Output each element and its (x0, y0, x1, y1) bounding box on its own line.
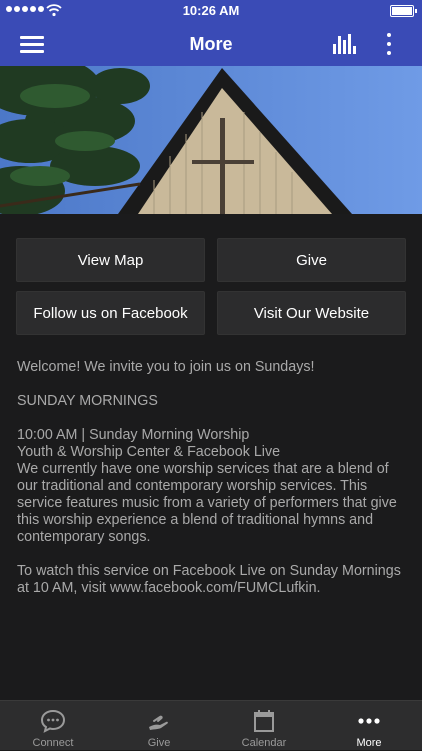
more-dots-icon (358, 718, 380, 724)
service-location: Youth & Worship Center & Facebook Live (17, 444, 281, 460)
give-button[interactable]: Give (217, 238, 406, 282)
church-hero-image (0, 66, 422, 214)
audio-equalizer-icon[interactable] (333, 34, 357, 54)
welcome-content: Welcome! We invite you to join us on Sun… (17, 359, 409, 597)
tab-calendar[interactable]: Calendar (211, 701, 317, 751)
tab-bar: Connect Give Calendar More (0, 700, 422, 750)
website-button[interactable]: Visit Our Website (217, 291, 406, 335)
status-bar: 10:26 AM (0, 0, 422, 22)
battery-icon (390, 5, 417, 17)
chat-bubble-icon (40, 709, 66, 733)
service-description: We currently have one worship services t… (17, 461, 397, 545)
tab-calendar-label: Calendar (241, 737, 287, 749)
status-time: 10:26 AM (182, 3, 240, 18)
page-title: More (189, 34, 233, 54)
tab-more-label: More (356, 737, 382, 749)
facebook-button[interactable]: Follow us on Facebook (16, 291, 205, 335)
welcome-text: Welcome! We invite you to join us on Sun… (17, 359, 315, 375)
tab-more[interactable]: More (316, 701, 422, 751)
tab-connect[interactable]: Connect (0, 701, 106, 751)
service-time: 10:00 AM | Sunday Morning Worship (17, 427, 250, 443)
tab-give[interactable]: Give (106, 701, 212, 751)
tab-give-label: Give (147, 737, 171, 749)
calendar-icon (254, 710, 274, 732)
facebook-note: To watch this service on Facebook Live o… (17, 563, 401, 596)
tab-connect-label: Connect (32, 737, 74, 749)
overflow-menu-icon[interactable] (384, 32, 394, 56)
nav-bar: More (0, 22, 422, 66)
giving-hand-icon (149, 715, 168, 730)
section-heading: SUNDAY MORNINGS (17, 393, 158, 409)
view-map-button[interactable]: View Map (16, 238, 205, 282)
